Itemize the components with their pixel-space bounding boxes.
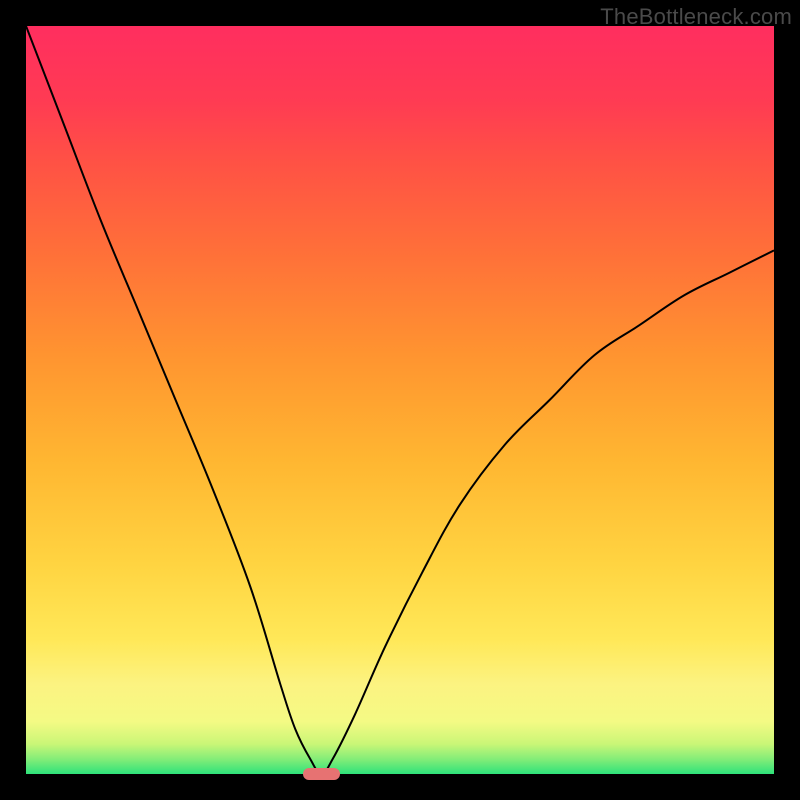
curve-path	[26, 26, 774, 774]
plot-area	[26, 26, 774, 774]
bottleneck-curve	[26, 26, 774, 774]
watermark-text: TheBottleneck.com	[600, 4, 792, 30]
chart-container: TheBottleneck.com	[0, 0, 800, 800]
optimum-marker	[303, 768, 340, 780]
